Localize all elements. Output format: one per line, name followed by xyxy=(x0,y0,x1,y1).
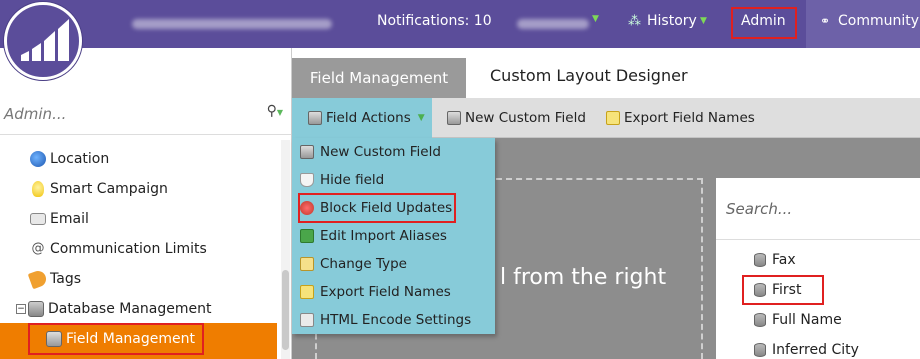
tree-scrollbar[interactable] xyxy=(281,140,290,359)
admin-link[interactable]: Admin xyxy=(741,13,786,29)
database-icon xyxy=(28,301,44,317)
drop-instruction-text: l from the right xyxy=(500,265,667,290)
tree-item-label: Location xyxy=(50,151,110,167)
tree-item-email[interactable]: Email xyxy=(30,207,89,231)
database-icon xyxy=(754,253,766,267)
toolbar: Field Actions ▼ New Custom Field Export … xyxy=(292,98,920,138)
tree-item-label: Email xyxy=(50,211,89,227)
field-actions-button[interactable]: Field Actions ▼ xyxy=(292,98,432,138)
menu-item-label: Hide field xyxy=(320,172,385,188)
tab-field-management[interactable]: Field Management xyxy=(292,58,466,98)
admin-search-input[interactable]: Admin... xyxy=(4,105,66,123)
new-custom-field-label: New Custom Field xyxy=(465,110,586,126)
chevron-down-icon: ▼ xyxy=(417,113,425,123)
database-icon xyxy=(308,111,322,125)
menu-item-label: Change Type xyxy=(320,256,407,272)
document-icon xyxy=(300,285,314,299)
history-caret-icon[interactable]: ▼ xyxy=(700,16,707,26)
menu-item-label: New Custom Field xyxy=(320,144,441,160)
at-sign-icon: @ xyxy=(31,241,45,256)
new-custom-field-button[interactable]: New Custom Field xyxy=(447,98,586,138)
envelope-icon xyxy=(30,213,46,225)
field-item-label: Inferred City xyxy=(772,342,859,358)
field-search[interactable]: Search... xyxy=(716,178,920,240)
tree-item-smart-campaign[interactable]: Smart Campaign xyxy=(30,177,168,201)
first-field-highlight-box xyxy=(742,275,824,305)
alias-icon xyxy=(300,229,314,243)
tree-item-label: Communication Limits xyxy=(50,241,207,257)
field-list-panel: Search... xyxy=(716,178,920,359)
menu-item-hide-field[interactable]: Hide field xyxy=(300,168,384,192)
community-label: Community xyxy=(838,13,920,29)
menu-item-new-custom-field[interactable]: New Custom Field xyxy=(300,140,441,164)
tree-item-communication-limits[interactable]: @ Communication Limits xyxy=(30,237,207,261)
tree-item-database-management[interactable]: − Database Management xyxy=(16,297,211,321)
menu-item-label: HTML Encode Settings xyxy=(320,312,472,328)
community-tab[interactable]: ⚭ Community xyxy=(806,0,920,48)
database-icon xyxy=(754,313,766,327)
tab-custom-layout-designer[interactable]: Custom Layout Designer xyxy=(490,66,688,85)
history-icon: ⁂ xyxy=(628,14,641,29)
logo-bars-icon xyxy=(21,19,69,61)
field-item-full-name[interactable]: Full Name xyxy=(754,309,842,331)
user-menu-caret-icon[interactable]: ▼ xyxy=(592,14,599,24)
notifications-link[interactable]: Notifications: 10 xyxy=(377,13,492,29)
field-item-label: Full Name xyxy=(772,312,842,328)
flask-icon xyxy=(300,173,314,187)
field-actions-label: Field Actions xyxy=(326,110,411,126)
field-item-label: Fax xyxy=(772,252,796,268)
menu-item-edit-import-aliases[interactable]: Edit Import Aliases xyxy=(300,224,447,248)
database-add-icon xyxy=(447,111,461,125)
document-icon xyxy=(606,111,620,125)
field-search-input[interactable]: Search... xyxy=(726,200,792,218)
export-field-names-button[interactable]: Export Field Names xyxy=(606,98,755,138)
blurred-account-name xyxy=(132,19,332,29)
lightbulb-icon xyxy=(32,181,44,197)
database-add-icon xyxy=(300,145,314,159)
html-icon xyxy=(300,313,314,327)
menu-item-label: Export Field Names xyxy=(320,284,451,300)
tab-bar: Field Management Custom Layout Designer xyxy=(292,48,920,98)
admin-search[interactable]: Admin... ⚲▼ xyxy=(0,91,291,135)
edit-icon xyxy=(300,257,314,271)
menu-item-change-type[interactable]: Change Type xyxy=(300,252,407,276)
scrollbar-thumb[interactable] xyxy=(282,270,289,350)
tree-item-tags[interactable]: Tags xyxy=(27,267,81,291)
search-options-icon[interactable]: ⚲▼ xyxy=(267,103,283,119)
tree-item-location[interactable]: Location xyxy=(30,147,109,171)
menu-item-html-encode-settings[interactable]: HTML Encode Settings xyxy=(300,308,471,332)
community-icon: ⚭ xyxy=(820,14,831,28)
menu-item-export-field-names[interactable]: Export Field Names xyxy=(300,280,451,304)
tag-icon xyxy=(27,268,49,290)
database-icon xyxy=(754,343,766,357)
history-menu[interactable]: History xyxy=(647,13,697,29)
top-navigation-bar: Notifications: 10 ▼ ⁂ History ▼ Admin ⚭ … xyxy=(0,0,920,48)
field-item-fax[interactable]: Fax xyxy=(754,249,796,271)
tree-item-label: Tags xyxy=(50,271,81,287)
globe-icon xyxy=(30,151,46,167)
field-management-highlight-box xyxy=(28,323,204,355)
export-field-names-label: Export Field Names xyxy=(624,110,755,126)
tree-item-label: Database Management xyxy=(48,301,212,317)
collapse-toggle-icon[interactable]: − xyxy=(16,304,26,314)
marketo-logo[interactable] xyxy=(4,2,82,80)
field-item-inferred-city[interactable]: Inferred City xyxy=(754,339,859,359)
field-actions-menu: New Custom Field Hide field Block Field … xyxy=(292,138,495,334)
tree-item-label: Smart Campaign xyxy=(50,181,168,197)
block-field-updates-highlight-box xyxy=(298,193,456,223)
blurred-user-name[interactable] xyxy=(517,19,589,29)
menu-item-label: Edit Import Aliases xyxy=(320,228,447,244)
